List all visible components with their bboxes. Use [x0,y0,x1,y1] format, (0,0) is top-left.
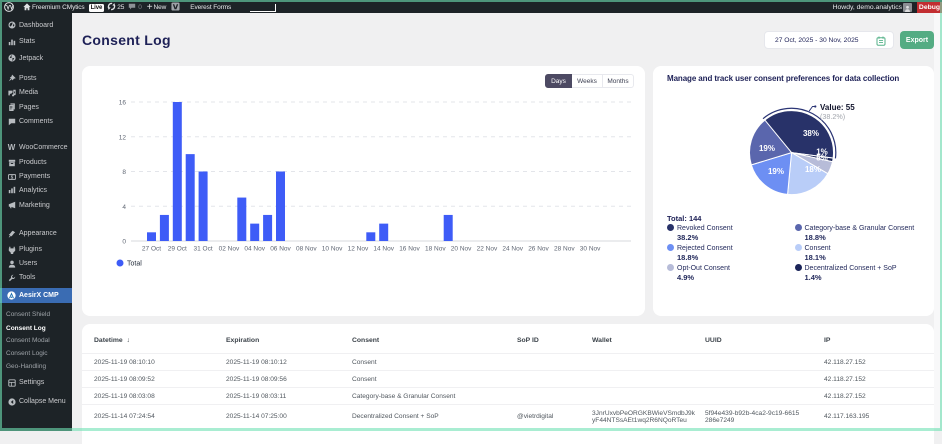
svg-text:0: 0 [122,239,126,246]
svg-text:10 Nov: 10 Nov [322,246,343,253]
svg-text:27 Oct: 27 Oct [142,246,161,253]
svg-text:20 Nov: 20 Nov [451,246,472,253]
svg-text:18 Nov: 18 Nov [425,246,446,253]
svg-text:$: $ [10,174,13,179]
svg-text:5%: 5% [816,154,828,163]
svg-text:31 Oct: 31 Oct [194,246,213,253]
svg-text:14 Nov: 14 Nov [373,246,394,253]
svg-text:38%: 38% [803,129,819,138]
svg-text:26 Nov: 26 Nov [528,246,549,253]
svg-text:19%: 19% [768,167,784,176]
svg-text:28 Nov: 28 Nov [554,246,575,253]
svg-text:(38.2%): (38.2%) [820,112,845,121]
svg-text:Total: Total [127,261,142,268]
svg-text:4: 4 [122,204,126,211]
svg-text:04 Nov: 04 Nov [244,246,265,253]
svg-text:Value: 55: Value: 55 [820,103,855,112]
svg-text:24 Nov: 24 Nov [502,246,523,253]
svg-text:12 Nov: 12 Nov [348,246,369,253]
svg-text:18%: 18% [805,165,821,174]
svg-text:12: 12 [119,134,127,141]
svg-text:19%: 19% [759,144,775,153]
svg-text:29 Oct: 29 Oct [168,246,187,253]
svg-text:30 Nov: 30 Nov [580,246,601,253]
svg-text:08 Nov: 08 Nov [296,246,317,253]
svg-text:16 Nov: 16 Nov [399,246,420,253]
svg-text:22 Nov: 22 Nov [477,246,498,253]
svg-text:8: 8 [122,169,126,176]
svg-text:06 Nov: 06 Nov [270,246,291,253]
svg-text:16: 16 [119,100,127,107]
svg-text:02 Nov: 02 Nov [219,246,240,253]
